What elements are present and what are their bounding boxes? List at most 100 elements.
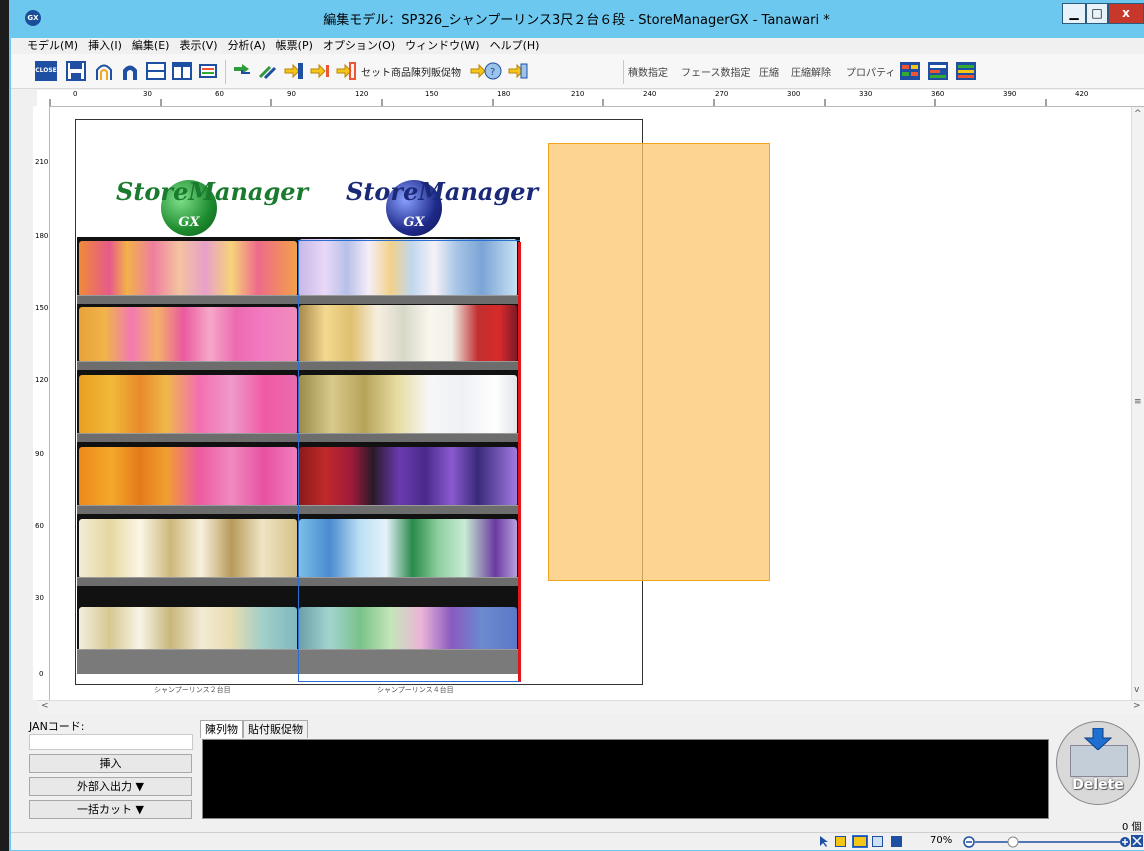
move-in-button[interactable] <box>283 60 305 82</box>
ruler-h-label: 300 <box>787 90 801 98</box>
save-button[interactable] <box>65 60 87 82</box>
scroll-thumb-grip-icon[interactable]: ≡ <box>1134 397 1142 407</box>
product-group[interactable] <box>79 519 297 577</box>
ruler-v-label: 210 <box>35 158 49 166</box>
item-count: 0 個 <box>1122 822 1142 833</box>
grid-view-button-1[interactable] <box>899 60 921 82</box>
move-out-button[interactable] <box>335 60 357 82</box>
arch-solid-icon <box>123 65 137 80</box>
external-io-button[interactable]: 外部入出力 ▼ <box>29 777 192 796</box>
drop-area-highlight[interactable] <box>548 143 770 581</box>
shelf-button[interactable] <box>145 60 167 82</box>
maximize-button[interactable]: □ <box>1086 3 1108 24</box>
stack-spec-button[interactable]: 積数指定 <box>628 60 668 82</box>
menu-help[interactable]: ヘルプ(H) <box>490 38 540 54</box>
menu-model[interactable]: モデル(M) <box>27 38 78 54</box>
product-group[interactable] <box>299 305 517 361</box>
menu-analysis[interactable]: 分析(A) <box>228 38 266 54</box>
list-view-icon[interactable] <box>872 836 883 847</box>
uncompress-button[interactable]: 圧縮解除 <box>791 60 831 82</box>
delete-drop-target[interactable]: Delete <box>1056 721 1142 805</box>
bulk-cut-button[interactable]: 一括カット ▼ <box>29 800 192 819</box>
zoom-level: 70% <box>930 835 953 846</box>
fixture-arch2-button[interactable] <box>119 60 141 82</box>
ruler-h-label: 240 <box>643 90 657 98</box>
grid-rows-icon <box>928 62 948 80</box>
module-label-left: シャンプーリンス２台目 <box>154 686 231 694</box>
tab-sticker-promo[interactable]: 貼付販促物 <box>243 720 308 738</box>
scroll-down-icon[interactable]: v <box>1134 685 1139 695</box>
scroll-up-icon[interactable]: ^ <box>1134 109 1142 119</box>
align-left-button[interactable] <box>231 60 253 82</box>
move-in-icon <box>284 63 303 79</box>
menu-report[interactable]: 帳票(P) <box>276 38 313 54</box>
scroll-left-icon[interactable]: < <box>41 701 49 711</box>
product-group[interactable] <box>79 375 297 433</box>
grid-color-icon <box>900 62 920 80</box>
vertical-ruler: 210 180 150 120 90 60 30 0 <box>33 106 50 700</box>
scatter-button[interactable] <box>257 60 279 82</box>
horizontal-scrollbar[interactable]: < > <box>37 700 1144 714</box>
product-group[interactable] <box>299 375 517 433</box>
fit-screen-icon[interactable] <box>1131 835 1143 847</box>
double-view-icon[interactable] <box>852 835 868 848</box>
column-button[interactable] <box>171 60 193 82</box>
display-promo-button[interactable]: 陳列販促物 <box>411 60 461 82</box>
ruler-v-label: 0 <box>39 670 44 678</box>
menu-option[interactable]: オプション(O) <box>323 38 395 54</box>
bottom-panel: JANコード: 挿入 外部入出力 ▼ 一括カット ▼ 陳列物 貼付販促物 Del… <box>11 714 1144 850</box>
menu-insert[interactable]: 挿入(I) <box>88 38 122 54</box>
product-group[interactable] <box>299 519 517 577</box>
minimize-button[interactable]: ▁ <box>1062 3 1086 24</box>
product-group[interactable] <box>299 239 517 295</box>
vertical-scrollbar[interactable]: ^ ≡ v <box>1131 107 1144 700</box>
ruler-h-label: 120 <box>355 90 369 98</box>
set-item-button[interactable]: セット商品 <box>361 60 411 82</box>
single-view-icon[interactable] <box>835 836 846 847</box>
promo-insert-button[interactable]: ? <box>469 60 503 82</box>
tab-content-area[interactable] <box>202 739 1049 819</box>
pointer-icon[interactable] <box>819 836 830 847</box>
planogram-canvas[interactable]: GX StoreManager GX StoreManager シャンプーリンス… <box>50 107 1131 700</box>
columns-icon <box>172 62 192 80</box>
jan-code-label: JANコード: <box>29 720 85 733</box>
promo-move-button[interactable] <box>507 60 529 82</box>
compress-button[interactable]: 圧縮 <box>759 60 779 82</box>
ruler-v-label: 150 <box>35 304 49 312</box>
menu-window[interactable]: ウィンドウ(W) <box>405 38 479 54</box>
ruler-h-label: 90 <box>287 90 296 98</box>
ruler-h-label: 390 <box>1003 90 1017 98</box>
module-edge-marker <box>518 242 521 682</box>
zoom-slider[interactable] <box>963 835 1139 849</box>
product-group[interactable] <box>299 447 517 505</box>
menu-edit[interactable]: 編集(E) <box>132 38 170 54</box>
close-model-button[interactable]: CLOSE <box>35 60 57 82</box>
grid-view-button-2[interactable] <box>927 60 949 82</box>
selection-left-edge <box>298 240 299 682</box>
fit-view-icon[interactable] <box>891 836 902 847</box>
ruler-v-label: 30 <box>35 594 44 602</box>
move-right-button[interactable] <box>309 60 331 82</box>
product-group[interactable] <box>79 307 297 361</box>
basket-button[interactable] <box>197 60 219 82</box>
insert-button[interactable]: 挿入 <box>29 754 192 773</box>
down-arrow-icon <box>1083 728 1113 750</box>
tab-display-items[interactable]: 陳列物 <box>200 720 243 738</box>
fixture-arch-button[interactable] <box>93 60 115 82</box>
menu-view[interactable]: 表示(V) <box>179 38 217 54</box>
title-bar: GX 編集モデル：SP326_シャンプーリンス3尺２台６段 - StoreMan… <box>9 0 1144 38</box>
ruler-h-label: 420 <box>1075 90 1089 98</box>
module-label-right: シャンプーリンス４台目 <box>377 686 454 694</box>
grid-view-button-3[interactable] <box>955 60 977 82</box>
jan-code-input[interactable] <box>29 734 193 750</box>
scroll-right-icon[interactable]: > <box>1133 701 1141 711</box>
product-group[interactable] <box>79 447 297 505</box>
product-group[interactable] <box>79 241 297 295</box>
app-window: GX 編集モデル：SP326_シャンプーリンス3尺２台６段 - StoreMan… <box>9 0 1144 851</box>
ruler-v-label: 90 <box>35 450 44 458</box>
property-button[interactable]: プロパティ <box>846 60 895 82</box>
close-button[interactable]: x <box>1108 3 1144 24</box>
ruler-v-label: 180 <box>35 232 49 240</box>
svg-text:?: ? <box>490 67 495 78</box>
face-spec-button[interactable]: フェース数指定 <box>681 60 751 82</box>
